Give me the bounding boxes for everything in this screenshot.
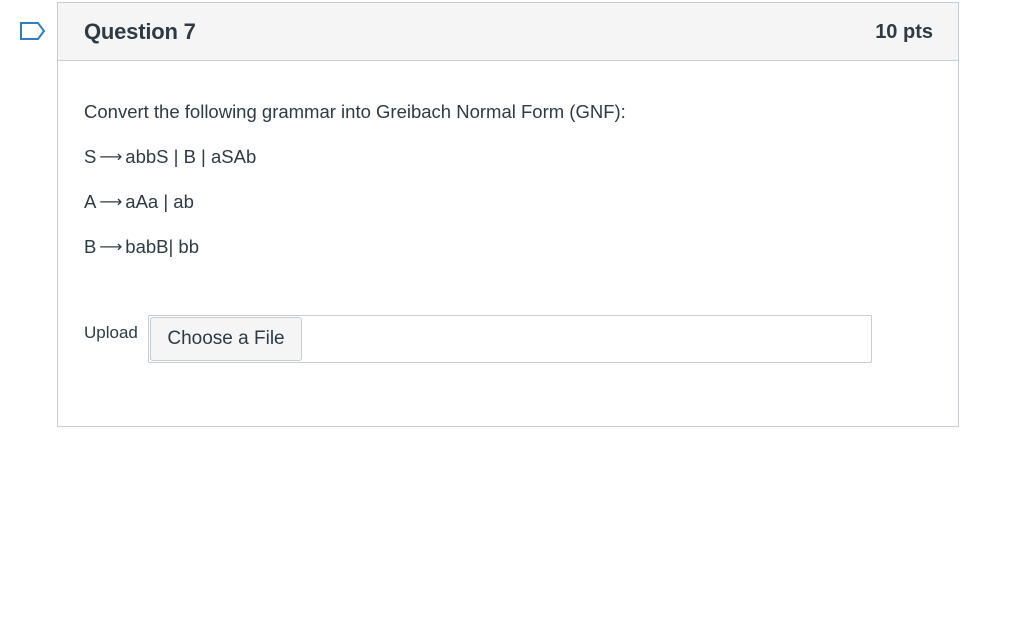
arrow-icon: ⟶ xyxy=(99,237,123,256)
question-header: Question 7 10 pts xyxy=(58,3,958,61)
grammar-rule: S ⟶ abbS | B | aSAb xyxy=(84,146,256,168)
rule-rhs: abbS | B | aSAb xyxy=(125,146,257,167)
arrow-icon: ⟶ xyxy=(99,147,123,166)
upload-label: Upload xyxy=(84,323,138,342)
rule-lhs: A xyxy=(84,191,97,212)
file-upload-field[interactable]: Choose a File xyxy=(148,315,872,363)
rule-lhs: S xyxy=(84,146,97,167)
flag-question-icon[interactable] xyxy=(19,21,47,41)
rule-lhs: B xyxy=(84,236,97,257)
arrow-icon: ⟶ xyxy=(99,192,123,211)
question-card: Question 7 10 pts Convert the following … xyxy=(57,2,959,427)
grammar-rule: B ⟶ babB| bb xyxy=(84,236,199,258)
question-prompt: Convert the following grammar into Greib… xyxy=(84,101,626,122)
question-points: 10 pts xyxy=(875,21,933,43)
question-title: Question 7 xyxy=(84,19,196,44)
grammar-rule: A ⟶ aAa | ab xyxy=(84,191,194,213)
rule-rhs: aAa | ab xyxy=(125,191,194,212)
choose-file-button[interactable]: Choose a File xyxy=(150,317,302,361)
rule-rhs: babB| bb xyxy=(125,236,200,257)
